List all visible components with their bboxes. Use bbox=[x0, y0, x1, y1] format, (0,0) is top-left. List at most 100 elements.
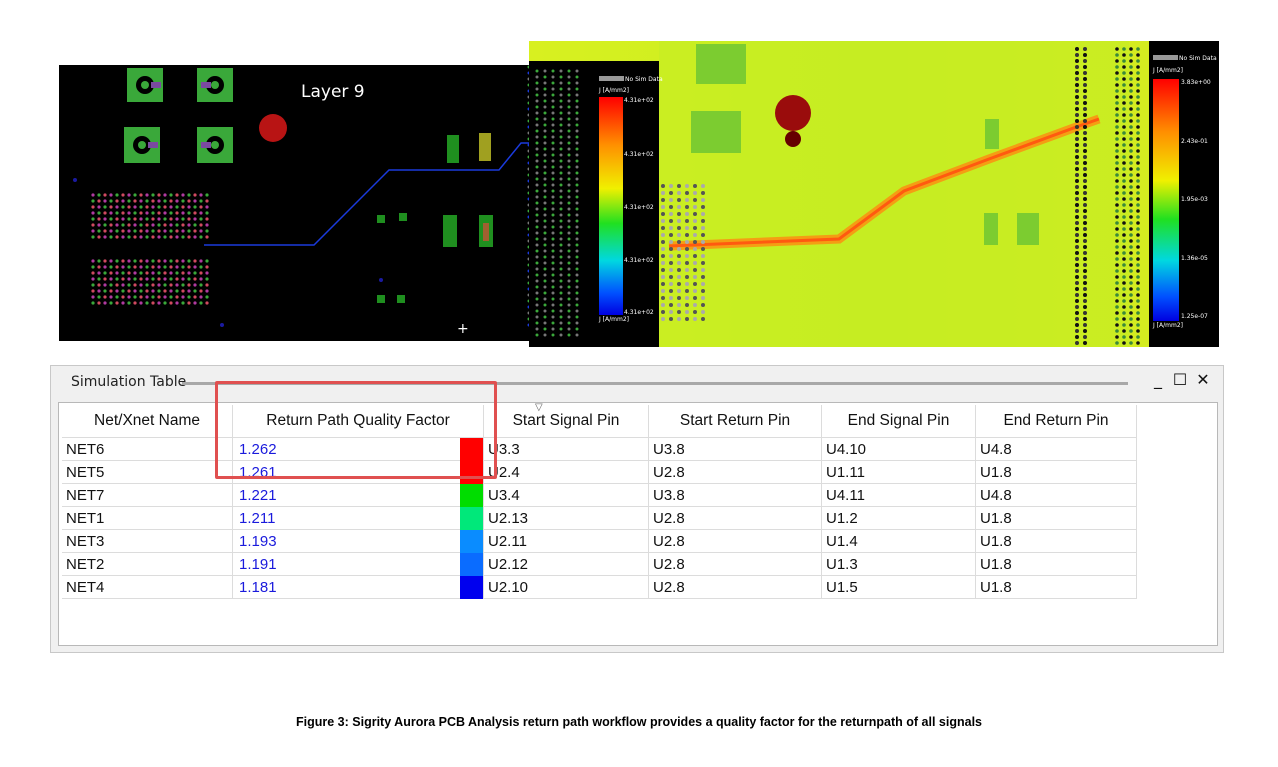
via bbox=[1083, 167, 1087, 171]
via bbox=[543, 327, 547, 331]
via bbox=[1115, 143, 1119, 147]
close-button[interactable]: ✕ bbox=[1193, 370, 1213, 390]
via bbox=[1122, 293, 1126, 297]
via bbox=[151, 271, 155, 275]
via bbox=[199, 193, 203, 197]
via bbox=[97, 217, 101, 221]
column-header-start-signal[interactable]: Start Signal Pin bbox=[483, 405, 649, 438]
via bbox=[535, 273, 539, 277]
quality-factor-value: 1.193 bbox=[239, 532, 277, 550]
maximize-button[interactable]: ☐ bbox=[1170, 370, 1190, 390]
via bbox=[1136, 191, 1140, 195]
via bbox=[1115, 269, 1119, 273]
via bbox=[1083, 113, 1087, 117]
left-tick: 4.31e+02 bbox=[624, 204, 654, 211]
left-tick: 4.31e+02 bbox=[624, 97, 654, 104]
table-row[interactable]: NET7 1.221 U3.4 U3.8 U4.11 U4.8 bbox=[62, 483, 1137, 507]
via bbox=[1083, 65, 1087, 69]
via bbox=[543, 219, 547, 223]
table-row[interactable]: NET2 1.191 U2.12 U2.8 U1.3 U1.8 bbox=[62, 552, 1137, 576]
via bbox=[1083, 251, 1087, 255]
via bbox=[1075, 215, 1079, 219]
via bbox=[693, 205, 697, 209]
via bbox=[145, 265, 149, 269]
via bbox=[1115, 53, 1119, 57]
via bbox=[551, 261, 555, 265]
via bbox=[1083, 209, 1087, 213]
via bbox=[1122, 305, 1126, 309]
via bbox=[187, 217, 191, 221]
right-tick: 1.36e-05 bbox=[1181, 255, 1208, 262]
via bbox=[535, 303, 539, 307]
via bbox=[1136, 161, 1140, 165]
via bbox=[685, 275, 689, 279]
via bbox=[199, 229, 203, 233]
via bbox=[1075, 299, 1079, 303]
via bbox=[1083, 71, 1087, 75]
via bbox=[1115, 167, 1119, 171]
via bbox=[575, 111, 579, 115]
via bbox=[669, 233, 673, 237]
via bbox=[97, 211, 101, 215]
via bbox=[551, 267, 555, 271]
start-signal-cell: U3.4 bbox=[483, 483, 649, 507]
minimize-button[interactable]: _ bbox=[1148, 370, 1168, 390]
column-header-end-return[interactable]: End Return Pin bbox=[975, 405, 1137, 438]
via bbox=[145, 301, 149, 305]
via bbox=[115, 199, 119, 203]
via bbox=[187, 301, 191, 305]
via bbox=[127, 217, 131, 221]
via bbox=[701, 247, 705, 251]
current-density-heatmap[interactable]: No Sim Data J [A/mm2] 4.31e+02 4.31e+02 … bbox=[529, 41, 1219, 347]
via bbox=[535, 243, 539, 247]
via bbox=[103, 289, 107, 293]
via bbox=[1136, 275, 1140, 279]
via bbox=[701, 198, 705, 202]
via bbox=[685, 303, 689, 307]
via bbox=[1075, 143, 1079, 147]
via bbox=[205, 271, 209, 275]
via bbox=[575, 279, 579, 283]
column-header-end-signal[interactable]: End Signal Pin bbox=[821, 405, 976, 438]
via bbox=[1122, 53, 1126, 57]
via bbox=[187, 229, 191, 233]
via bbox=[1136, 143, 1140, 147]
via bbox=[157, 295, 161, 299]
via bbox=[551, 315, 555, 319]
via bbox=[1122, 161, 1126, 165]
table-row[interactable]: NET4 1.181 U2.10 U2.8 U1.5 U1.8 bbox=[62, 575, 1137, 599]
via bbox=[677, 191, 681, 195]
via bbox=[575, 255, 579, 259]
via bbox=[199, 271, 203, 275]
via bbox=[543, 333, 547, 337]
via bbox=[1136, 59, 1140, 63]
table-row[interactable]: NET1 1.211 U2.13 U2.8 U1.2 U1.8 bbox=[62, 506, 1137, 530]
via bbox=[543, 75, 547, 79]
via bbox=[575, 87, 579, 91]
via bbox=[575, 81, 579, 85]
table-row[interactable]: NET3 1.193 U2.11 U2.8 U1.4 U1.8 bbox=[62, 529, 1137, 553]
via bbox=[1122, 227, 1126, 231]
via bbox=[1075, 83, 1079, 87]
via bbox=[175, 235, 179, 239]
via bbox=[1075, 131, 1079, 135]
via bbox=[1083, 275, 1087, 279]
right-tick: 3.83e+00 bbox=[1181, 79, 1211, 86]
via bbox=[661, 226, 665, 230]
via bbox=[1115, 317, 1119, 321]
column-header-start-return[interactable]: Start Return Pin bbox=[648, 405, 822, 438]
via bbox=[551, 87, 555, 91]
via bbox=[181, 217, 185, 221]
via bbox=[139, 271, 143, 275]
start-return-cell: U2.8 bbox=[648, 529, 822, 553]
via bbox=[139, 283, 143, 287]
via bbox=[1122, 191, 1126, 195]
via bbox=[701, 296, 705, 300]
via bbox=[551, 123, 555, 127]
via bbox=[677, 198, 681, 202]
via bbox=[575, 195, 579, 199]
via bbox=[535, 321, 539, 325]
end-signal-cell: U1.3 bbox=[821, 552, 976, 576]
column-header-net[interactable]: Net/Xnet Name bbox=[62, 405, 233, 438]
via bbox=[1083, 257, 1087, 261]
